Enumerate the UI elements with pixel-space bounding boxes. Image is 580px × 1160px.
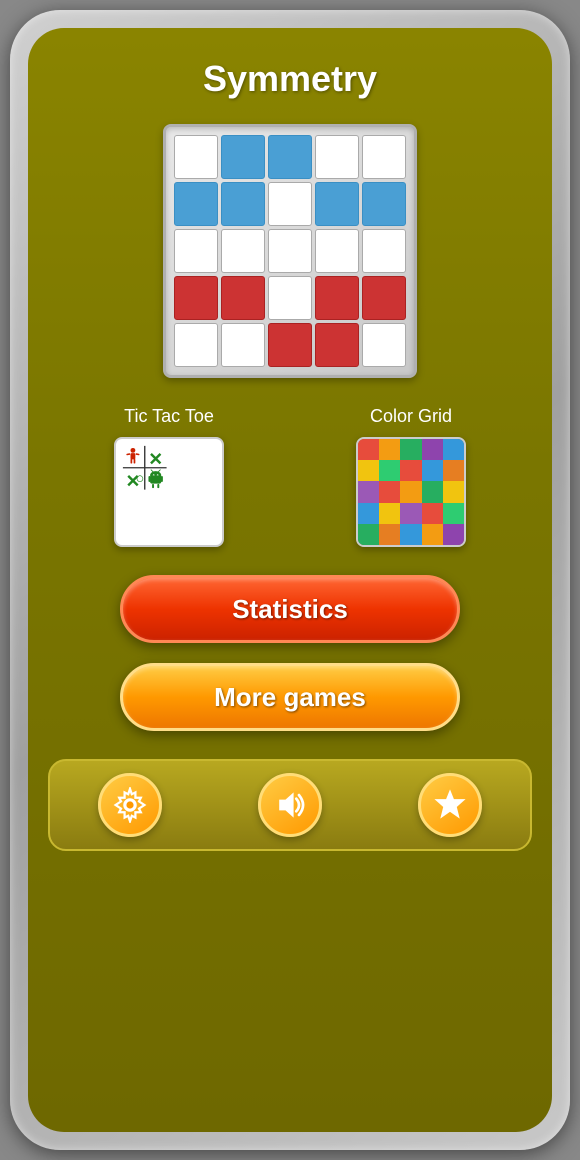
colorgrid-cell [422, 460, 443, 481]
app-title: Symmetry [203, 58, 377, 100]
colorgrid-cell [443, 524, 464, 545]
more-games-button[interactable]: More games [120, 663, 460, 731]
colorgrid-cell [400, 439, 421, 460]
grid-cell [174, 135, 218, 179]
symmetry-grid-container [163, 124, 417, 378]
grid-cell [221, 135, 265, 179]
grid-cell [221, 182, 265, 226]
bottom-toolbar [48, 759, 532, 851]
app-screen: Symmetry Tic Tac Toe [28, 28, 552, 1132]
colorgrid-cell [358, 439, 379, 460]
svg-text:✕: ✕ [148, 449, 162, 469]
phone-shell: Symmetry Tic Tac Toe [10, 10, 570, 1150]
grid-cell [362, 182, 406, 226]
grid-cell [362, 229, 406, 273]
colorgrid-cell [379, 439, 400, 460]
grid-cell [362, 323, 406, 367]
colorgrid-cell [358, 524, 379, 545]
grid-cell [315, 135, 359, 179]
colorgrid-cell [422, 503, 443, 524]
colorgrid-cell [443, 503, 464, 524]
colorgrid-label: Color Grid [370, 406, 452, 427]
grid-cell [221, 323, 265, 367]
colorgrid-cell [379, 481, 400, 502]
tictactoe-label: Tic Tac Toe [124, 406, 214, 427]
grid-cell [268, 135, 312, 179]
colorgrid-cell [400, 481, 421, 502]
colorgrid-cell [422, 439, 443, 460]
star-icon [432, 787, 468, 823]
tictactoe-icon[interactable]: ✕ ✕ ○ [114, 437, 224, 547]
colorgrid-cell [422, 481, 443, 502]
grid-cell [268, 323, 312, 367]
settings-button[interactable] [98, 773, 162, 837]
grid-cell [268, 182, 312, 226]
grid-cell [221, 229, 265, 273]
grid-cell [315, 323, 359, 367]
colorgrid-cell [443, 481, 464, 502]
colorgrid-cell [400, 503, 421, 524]
grid-cell [268, 276, 312, 320]
grid-cell [174, 276, 218, 320]
grid-cell [174, 323, 218, 367]
grid-cell [268, 229, 312, 273]
colorgrid-cell [400, 524, 421, 545]
grid-cell [362, 135, 406, 179]
grid-cell [315, 276, 359, 320]
colorgrid-cell [379, 524, 400, 545]
colorgrid-cell [443, 460, 464, 481]
symmetry-grid [174, 135, 406, 367]
grid-cell [315, 182, 359, 226]
sound-icon [272, 787, 308, 823]
gear-icon [112, 787, 148, 823]
grid-cell [174, 182, 218, 226]
sound-button[interactable] [258, 773, 322, 837]
games-row: Tic Tac Toe [48, 406, 532, 547]
game-item-colorgrid[interactable]: Color Grid [356, 406, 466, 547]
game-item-tictactoe[interactable]: Tic Tac Toe [114, 406, 224, 547]
colorgrid-cell [379, 460, 400, 481]
grid-cell [315, 229, 359, 273]
colorgrid-cell [358, 481, 379, 502]
svg-text:○: ○ [136, 471, 145, 487]
favorites-button[interactable] [418, 773, 482, 837]
grid-cell [221, 276, 265, 320]
colorgrid-cell [358, 503, 379, 524]
grid-cell [174, 229, 218, 273]
statistics-button[interactable]: Statistics [120, 575, 460, 643]
colorgrid-cell [422, 524, 443, 545]
colorgrid-cell [400, 460, 421, 481]
colorgrid-cell [379, 503, 400, 524]
colorgrid-icon[interactable] [356, 437, 466, 547]
grid-cell [362, 276, 406, 320]
colorgrid-cell [443, 439, 464, 460]
colorgrid-cell [358, 460, 379, 481]
